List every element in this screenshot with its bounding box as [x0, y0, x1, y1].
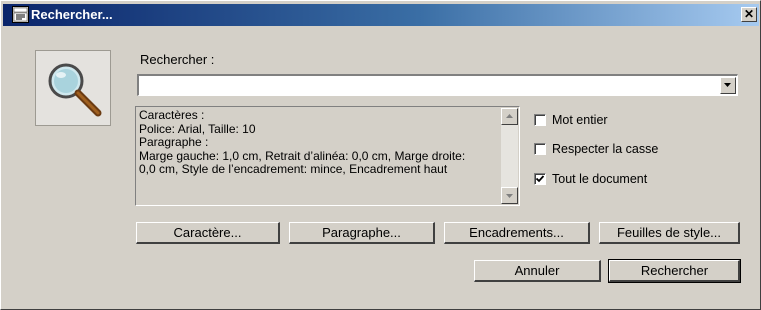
search-combobox[interactable] [137, 74, 738, 96]
search-button[interactable]: Rechercher [608, 259, 741, 283]
chevron-down-icon [724, 83, 731, 87]
close-icon: ✕ [743, 7, 755, 21]
caractere-button-label: Caractère... [173, 225, 242, 240]
option-mot-entier[interactable]: Mot entier [534, 112, 608, 128]
search-dialog: Rechercher... ✕ Rechercher : Caractères … [0, 0, 761, 310]
arrow-up-icon [506, 114, 513, 118]
description-line: Marge gauche: 1,0 cm, Retrait d’alinéa: … [139, 148, 466, 163]
checkmark-icon [535, 175, 545, 183]
title-bar[interactable]: Rechercher... ✕ [3, 4, 759, 26]
scroll-up-button[interactable] [501, 108, 518, 125]
search-input[interactable] [141, 77, 711, 93]
option-respecter-casse[interactable]: Respecter la casse [534, 141, 658, 157]
feuilles-de-style-button-label: Feuilles de style... [616, 225, 722, 240]
paragraphe-button-label: Paragraphe... [322, 225, 401, 240]
description-line: Police: Arial, Taille: 10 [139, 121, 256, 136]
search-label: Rechercher : [140, 52, 215, 67]
encadrements-button-label: Encadrements... [469, 225, 564, 240]
magnifier-icon [35, 50, 111, 126]
arrow-down-icon [506, 194, 513, 198]
encadrements-button[interactable]: Encadrements... [444, 222, 590, 244]
window-title: Rechercher... [31, 7, 113, 22]
mot-entier-label: Mot entier [552, 113, 608, 127]
tout-document-label: Tout le document [552, 172, 648, 186]
option-tout-document[interactable]: Tout le document [534, 171, 647, 187]
mot-entier-checkbox[interactable] [534, 114, 546, 126]
vertical-scrollbar[interactable] [501, 108, 518, 204]
cancel-button[interactable]: Annuler [474, 260, 601, 282]
description-line: Caractères : [139, 108, 205, 122]
close-button[interactable]: ✕ [741, 7, 757, 22]
respecter-casse-label: Respecter la casse [552, 142, 659, 156]
tout-document-checkbox[interactable] [534, 173, 546, 185]
feuilles-de-style-button[interactable]: Feuilles de style... [599, 222, 740, 244]
caractere-button[interactable]: Caractère... [136, 222, 280, 244]
scroll-down-button[interactable] [501, 187, 518, 204]
cancel-button-label: Annuler [514, 263, 560, 278]
description-line: Paragraphe : [139, 135, 209, 149]
document-icon [12, 6, 29, 23]
search-dropdown-button[interactable] [720, 77, 736, 94]
description-line: 0,0 cm, Style de l’encadrement: mince, E… [139, 162, 448, 176]
format-description-text: Caractères : Police: Arial, Taille: 10 P… [139, 108, 499, 177]
respecter-casse-checkbox[interactable] [534, 143, 546, 155]
paragraphe-button[interactable]: Paragraphe... [289, 222, 435, 244]
format-description: Caractères : Police: Arial, Taille: 10 P… [135, 106, 520, 206]
search-button-label: Rechercher [640, 263, 709, 278]
